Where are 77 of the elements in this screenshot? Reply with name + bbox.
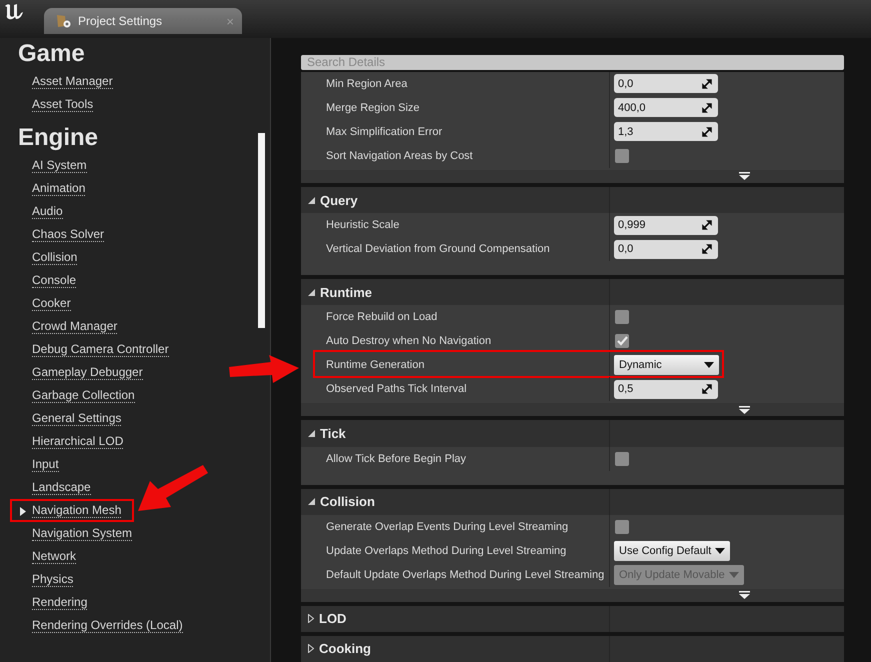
advanced-expand-icon[interactable] [739,406,750,414]
number-field[interactable]: 0,5 [614,380,718,399]
settings-link[interactable]: Input [32,457,59,472]
spin-arrows-icon[interactable] [702,126,712,137]
spin-arrows-icon[interactable] [702,220,712,230]
property-label: Max Simplification Error [326,126,442,138]
caret-icon [704,362,714,368]
property-label: Observed Paths Tick Interval [326,383,467,396]
settings-link[interactable]: General Settings [32,411,122,426]
settings-link[interactable]: Landscape [32,480,91,495]
category-heading: Game [18,39,86,69]
section-header[interactable]: LOD [301,606,844,632]
property-label: Auto Destroy when No Navigation [326,335,492,348]
settings-link[interactable]: Network [32,549,76,564]
property-label: Min Region Area [326,78,408,90]
settings-link[interactable]: Asset Tools [32,97,94,112]
section-header[interactable]: Collision [301,488,844,515]
settings-link[interactable]: Rendering Overrides (Local) [32,618,183,633]
settings-link[interactable]: Debug Camera Controller [32,342,169,357]
number-field[interactable]: 0,999 [614,216,718,235]
spin-arrows-icon[interactable] [702,102,712,113]
settings-link[interactable]: Console [32,273,76,288]
number-field[interactable]: 0,0 [614,74,718,94]
spin-arrows-icon[interactable] [702,78,712,89]
settings-link[interactable]: Crowd Manager [32,319,118,334]
settings-link[interactable]: Collision [32,250,78,265]
pointer-arrow-icon [229,355,299,386]
dropdown[interactable]: Dynamic [614,355,719,376]
settings-link[interactable]: Physics [32,572,74,587]
spin-arrows-icon[interactable] [702,244,712,254]
number-field[interactable]: 1,3 [614,122,718,142]
section-header[interactable]: Tick [301,420,844,447]
settings-link[interactable]: Hierarchical LOD [32,434,124,449]
settings-link[interactable]: Rendering [32,595,88,610]
caret-icon [715,548,726,554]
settings-link[interactable]: Navigation System [32,526,132,541]
settings-link[interactable]: Gameplay Debugger [32,365,143,380]
settings-link[interactable]: AI System [32,158,87,173]
settings-link[interactable]: Asset Manager [32,74,113,89]
settings-tab[interactable]: Project Settings × [44,8,242,34]
checkbox[interactable] [615,452,629,466]
spin-arrows-icon[interactable] [702,384,712,394]
settings-link[interactable]: Chaos Solver [32,227,104,242]
property-label: Merge Region Size [326,102,420,114]
number-field[interactable]: 0,0 [614,240,718,259]
property-label: Update Overlaps Method During Level Streaming [326,544,566,557]
advanced-expand-icon[interactable] [739,172,750,180]
dropdown[interactable]: Use Config Default [614,540,730,561]
search-field[interactable]: Search Details [301,55,844,70]
section-header[interactable]: Cooking [301,636,844,662]
number-field[interactable]: 400,0 [614,98,718,118]
property-label: Force Rebuild on Load [326,311,438,324]
caret-icon [728,572,739,578]
scrollbar-thumb[interactable] [258,133,265,328]
section-header[interactable]: Runtime [301,279,844,306]
category-heading: Engine [18,123,100,153]
property-label: Heuristic Scale [326,219,400,232]
checkbox[interactable] [615,334,629,348]
advanced-expand-icon[interactable] [739,591,750,600]
section-header[interactable]: Query [301,187,844,214]
tab-title: Project Settings [78,14,164,28]
settings-link[interactable]: Navigation Mesh [32,503,122,518]
settings-link[interactable]: Audio [32,204,63,219]
property-label: Default Update Overlaps Method During Level Streaming [326,568,604,581]
checkbox[interactable] [615,148,629,163]
settings-file-icon [56,14,72,28]
property-label: Generate Overlap Events During Level Streaming [326,520,568,533]
property-label: Vertical Deviation from Ground Compensation [326,243,550,256]
checkbox[interactable] [615,520,629,534]
checkbox[interactable] [615,310,629,324]
settings-link[interactable]: Cooker [32,296,71,311]
property-label: Runtime Generation [326,359,424,372]
logo-icon [4,3,24,20]
settings-link[interactable]: Garbage Collection [32,388,135,403]
property-label: Sort Navigation Areas by Cost [326,150,473,162]
property-label: Allow Tick Before Begin Play [326,452,466,465]
settings-link[interactable]: Animation [32,181,86,196]
